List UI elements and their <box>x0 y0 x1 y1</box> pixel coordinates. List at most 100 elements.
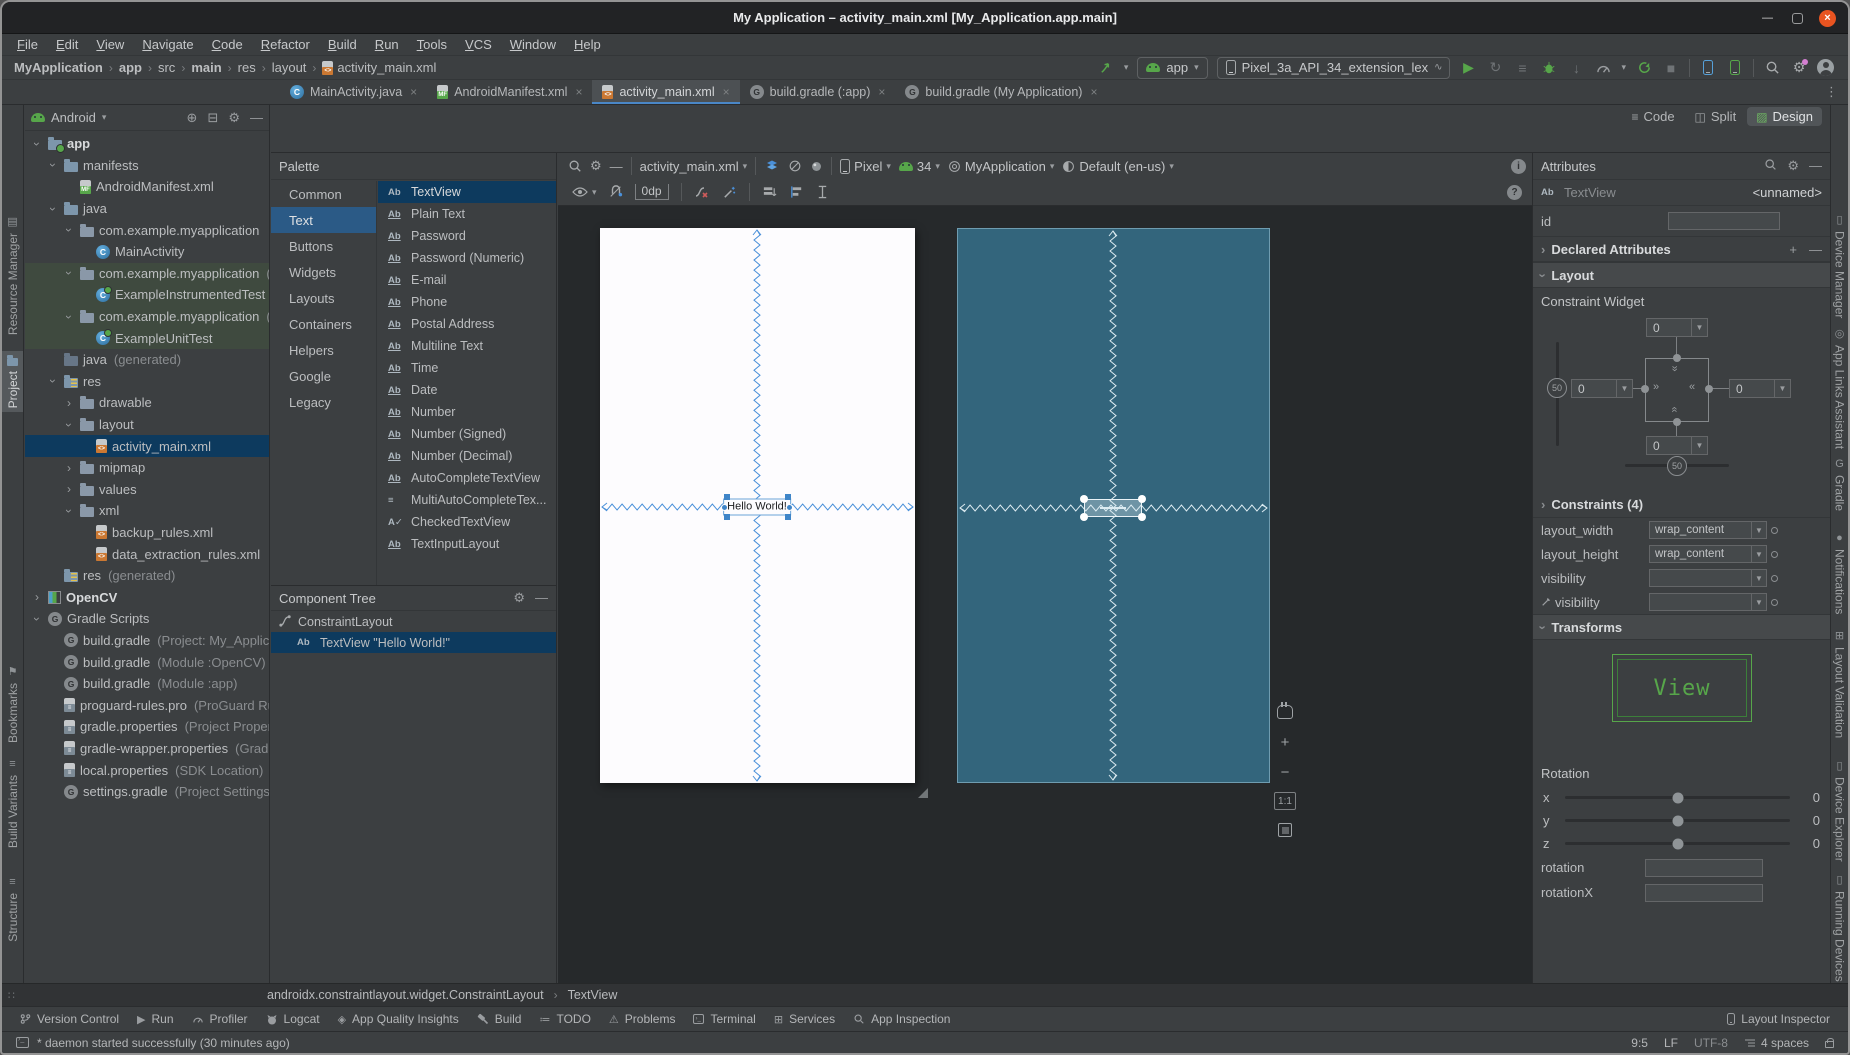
hide-panel-icon[interactable]: — <box>1809 158 1822 174</box>
vcs-dropdown-icon[interactable]: ▾ <box>1124 62 1129 73</box>
guidelines-icon[interactable] <box>816 183 829 201</box>
terminal-status-icon[interactable] <box>16 1037 29 1048</box>
close-tab-icon[interactable]: × <box>575 85 582 99</box>
project-item-exampleinstrumentedtest[interactable]: CExampleInstrumentedTest <box>25 284 269 306</box>
search-everywhere-icon[interactable] <box>1763 59 1781 77</box>
menu-vcs[interactable]: VCS <box>456 37 501 52</box>
vertical-bias-value[interactable]: 50 <box>1547 378 1567 398</box>
appearance-icon[interactable] <box>810 157 823 175</box>
margin-top-selector[interactable]: 0▼ <box>1646 318 1708 337</box>
grip-icon[interactable]: ∷ <box>8 989 13 1002</box>
margin-right-selector[interactable]: 0▼ <box>1729 379 1791 398</box>
profiler-icon[interactable] <box>1594 59 1612 77</box>
top-constraint-anchor[interactable] <box>1673 354 1681 362</box>
attach-debugger-icon[interactable]: ↓ <box>1567 59 1585 77</box>
project-item-androidmanifest-xml[interactable]: MFAndroidManifest.xml <box>25 176 269 198</box>
file-encoding[interactable]: UTF-8 <box>1694 1036 1728 1050</box>
menu-code[interactable]: Code <box>203 37 252 52</box>
vcs-update-icon[interactable] <box>1097 59 1115 77</box>
field-input[interactable] <box>1645 859 1763 877</box>
profile-avatar[interactable] <box>1817 59 1834 76</box>
tool-stripe-project[interactable]: Project <box>2 351 23 412</box>
tool-window-logcat[interactable]: Logcat <box>258 1010 328 1028</box>
xml-breadcrumb-textview[interactable]: TextView <box>568 988 618 1002</box>
tab-mainactivity-java[interactable]: CMainActivity.java× <box>280 80 427 104</box>
palette-item-textview[interactable]: AbTextView <box>378 181 556 203</box>
bottom-constraint-anchor[interactable] <box>1673 418 1681 426</box>
tool-window-problems[interactable]: ⚠Problems <box>601 1010 684 1028</box>
project-item-com-example-myapplication-test[interactable]: ›com.example.myapplication(test) <box>25 306 269 328</box>
project-item-build-gradle-project-my-applicati[interactable]: Gbuild.gradle(Project: My_Applicati <box>25 630 269 652</box>
project-item-gradle-wrapper-properties-gradle[interactable]: ≡gradle-wrapper.properties(Gradle <box>25 738 269 760</box>
chevron-collapsed-icon[interactable]: › <box>63 461 75 475</box>
tool-stripe-notifications[interactable]: ●Notifications <box>1831 527 1848 618</box>
project-item-values[interactable]: ›values <box>25 479 269 501</box>
project-item-build-gradle-module-opencv[interactable]: Gbuild.gradle(Module :OpenCV) <box>25 651 269 673</box>
slider-thumb[interactable] <box>1672 792 1683 803</box>
horizontal-bias-value[interactable]: 50 <box>1667 456 1687 476</box>
view-toggle-split[interactable]: ◫Split <box>1686 107 1746 126</box>
hide-panel-icon[interactable]: — <box>250 110 263 126</box>
attribute-value-selector[interactable]: wrap_content▼ <box>1649 545 1767 563</box>
api-version-selector[interactable]: 34▾ <box>899 159 940 174</box>
project-settings-icon[interactable]: ⚙ <box>228 110 240 126</box>
textview-widget-design[interactable]: Hello World! <box>723 499 791 516</box>
tool-window-build[interactable]: Build <box>469 1010 530 1028</box>
chevron-collapsed-icon[interactable]: › <box>63 396 75 410</box>
project-item-exampleunittest[interactable]: CExampleUnitTest <box>25 327 269 349</box>
tool-stripe-build-variants[interactable]: Build Variants≡ <box>2 753 23 852</box>
zoom-out-button[interactable]: − <box>1275 762 1295 782</box>
device-for-preview-selector[interactable]: Pixel▾ <box>840 159 891 174</box>
project-item-local-properties-sdk-location[interactable]: ≡local.properties(SDK Location) <box>25 759 269 781</box>
chevron-expanded-icon[interactable]: › <box>47 158 59 172</box>
tool-stripe-structure[interactable]: Structure≡ <box>2 871 23 946</box>
project-item-activity-main-xml[interactable]: <>activity_main.xml <box>25 435 269 457</box>
selection-handle[interactable] <box>1138 495 1146 503</box>
menu-navigate[interactable]: Navigate <box>133 37 202 52</box>
palette-item-time[interactable]: AbTime <box>378 357 556 379</box>
autoconnect-off-magnet-icon[interactable] <box>609 183 623 201</box>
palette-category-legacy[interactable]: Legacy <box>271 389 376 415</box>
chevron-expanded-icon[interactable]: › <box>63 504 75 518</box>
project-item-build-gradle-module-app[interactable]: Gbuild.gradle(Module :app) <box>25 673 269 695</box>
breadcrumb-src[interactable]: src <box>158 60 175 75</box>
tool-stripe-device-manager[interactable]: ▯Device Manager <box>1831 209 1848 322</box>
project-item-drawable[interactable]: ›drawable <box>25 392 269 414</box>
chevron-expanded-icon[interactable]: › <box>47 374 59 388</box>
project-item-java-generated[interactable]: java(generated) <box>25 349 269 371</box>
slider-track[interactable] <box>1565 842 1790 845</box>
palette-item-postal-address[interactable]: AbPostal Address <box>378 313 556 335</box>
menu-view[interactable]: View <box>87 37 133 52</box>
attribute-value-selector[interactable]: ▼ <box>1649 569 1767 587</box>
palette-search-icon[interactable] <box>568 157 582 175</box>
slider-track[interactable] <box>1565 819 1790 822</box>
device-selector[interactable]: Pixel_3a_API_34_extension_lex ∿ <box>1217 57 1451 79</box>
menu-build[interactable]: Build <box>319 37 366 52</box>
xml-breadcrumb-androidx-constraintlayout-widget-constraintlayout[interactable]: androidx.constraintlayout.widget.Constra… <box>267 988 544 1002</box>
declared-attributes-section[interactable]: ›Declared Attributes +— <box>1533 236 1830 262</box>
close-button[interactable]: × <box>1819 10 1836 27</box>
attributes-search-icon[interactable] <box>1764 158 1777 174</box>
tab-build-gradle-app[interactable]: Gbuild.gradle (:app)× <box>740 80 896 104</box>
indent-setting[interactable]: 4 spaces <box>1744 1036 1809 1050</box>
view-options-eye-icon[interactable] <box>572 183 588 201</box>
close-tab-icon[interactable]: × <box>878 85 885 99</box>
running-devices-icon[interactable] <box>1726 59 1744 77</box>
default-margin-selector[interactable]: 0dp <box>635 184 669 200</box>
collapse-all-icon[interactable]: ⊟ <box>207 110 218 126</box>
palette-category-layouts[interactable]: Layouts <box>271 285 376 311</box>
selection-handle[interactable] <box>1080 513 1088 521</box>
right-constraint-icon[interactable]: « <box>1689 381 1694 393</box>
lock-icon[interactable] <box>1825 1041 1834 1048</box>
tool-stripe-resource-manager[interactable]: Resource Manager▤ <box>2 211 23 339</box>
selection-handle[interactable] <box>724 494 730 500</box>
locate-file-icon[interactable]: ⊕ <box>187 110 198 126</box>
attributes-settings-icon[interactable]: ⚙ <box>1787 158 1799 174</box>
resource-picker-icon[interactable] <box>1771 599 1778 606</box>
palette-item-number[interactable]: AbNumber <box>378 401 556 423</box>
tab-options-icon[interactable]: ⋮ <box>1825 80 1848 104</box>
chevron-collapsed-icon[interactable]: › <box>63 482 75 496</box>
menu-edit[interactable]: Edit <box>47 37 87 52</box>
project-item-app[interactable]: ›app <box>25 133 269 155</box>
project-item-data-extraction-rules-xml[interactable]: <>data_extraction_rules.xml <box>25 543 269 565</box>
